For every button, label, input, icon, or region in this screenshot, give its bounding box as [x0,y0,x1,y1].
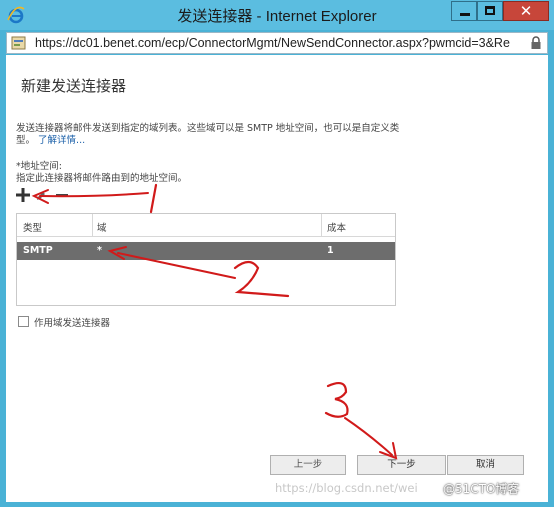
column-header-type[interactable]: 类型 [23,220,42,234]
lock-icon[interactable] [530,36,542,50]
page-title: 新建发送连接器 [21,77,127,95]
learn-more-link[interactable]: 了解详情... [38,135,85,146]
cell-domain: * [97,245,102,256]
edit-icon[interactable] [36,191,46,201]
ie-window: 发送连接器 - Internet Explorer ✕ https://dc01… [0,0,554,507]
add-icon[interactable] [16,188,30,202]
watermark-brand: @51CTO博客 [443,482,520,496]
address-bar[interactable]: https://dc01.benet.com/ecp/ConnectorMgmt… [6,32,548,54]
dialog-content: 新建发送连接器 发送连接器将邮件发送到指定的域列表。这些域可以是 SMTP 地址… [6,55,548,502]
address-space-hint: 指定此连接器将邮件路由到的地址空间。 [16,173,188,184]
close-icon: ✕ [519,2,533,20]
column-divider [321,214,322,236]
scoped-connector-checkbox[interactable] [18,316,29,327]
table-row[interactable]: SMTP * 1 [17,242,395,260]
grid-header: 类型 域 成本 [17,214,395,237]
minimize-icon [460,13,470,16]
address-space-grid: 类型 域 成本 SMTP * 1 [16,213,396,306]
remove-icon[interactable] [56,194,68,197]
page-icon [11,36,26,50]
description: 发送连接器将邮件发送到指定的域列表。这些域可以是 SMTP 地址空间，也可以是自… [16,123,411,147]
address-space-label: *地址空间: [16,161,62,172]
cancel-button[interactable]: 取消 [447,455,524,475]
maximize-icon [485,6,495,15]
column-header-domain[interactable]: 域 [97,220,107,234]
maximize-button[interactable] [477,1,503,21]
address-space-section: *地址空间: 指定此连接器将邮件路由到的地址空间。 [16,161,187,185]
column-divider [92,214,93,236]
url-text: https://dc01.benet.com/ecp/ConnectorMgmt… [35,36,510,50]
minimize-button[interactable] [451,1,477,21]
watermark-url: https://blog.csdn.net/wei [275,481,418,495]
scoped-connector-label: 作用域发送连接器 [34,318,111,329]
previous-button[interactable]: 上一步 [270,455,346,475]
next-button[interactable]: 下一步 [357,455,446,475]
title-bar: 发送连接器 - Internet Explorer ✕ [0,0,554,30]
cell-type: SMTP [23,245,53,256]
close-button[interactable]: ✕ [503,1,549,21]
column-header-cost[interactable]: 成本 [327,220,346,234]
cell-cost: 1 [327,245,334,256]
